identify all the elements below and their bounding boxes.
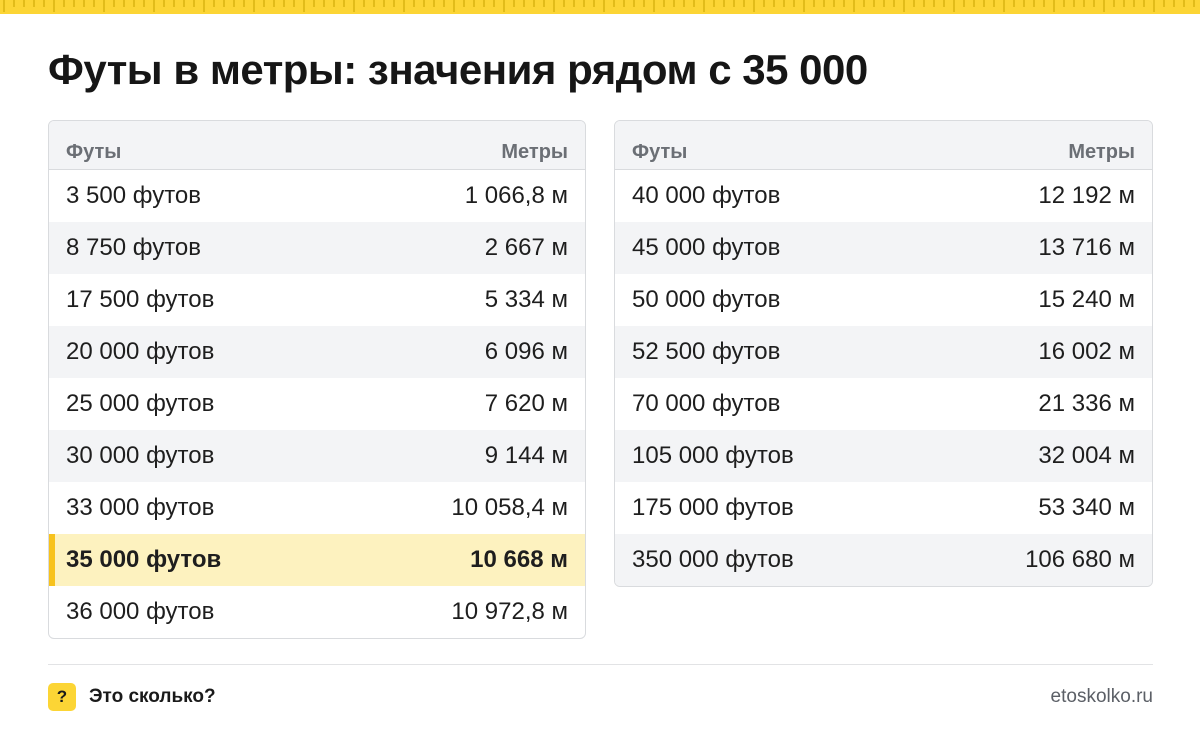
header-meters: Метры: [1068, 140, 1135, 163]
meters-cell: 2 667 м: [484, 234, 568, 261]
highlighted-table-row: 35 000 футов 10 668 м: [49, 534, 585, 586]
feet-cell: 36 000 футов: [66, 598, 215, 625]
meters-cell: 7 620 м: [484, 390, 568, 417]
feet-cell: 33 000 футов: [66, 494, 215, 521]
meters-cell: 10 058,4 м: [451, 494, 568, 521]
right-conversion-table: Футы Метры 40 000 футов 12 192 м 45 000 ф…: [614, 120, 1153, 587]
table-header: Футы Метры: [615, 121, 1152, 170]
table-row: 30 000 футов 9 144 м: [49, 430, 585, 482]
feet-cell: 70 000 футов: [632, 390, 781, 417]
meters-cell: 15 240 м: [1038, 286, 1135, 313]
table-row: 8 750 футов 2 667 м: [49, 222, 585, 274]
table-row: 50 000 футов 15 240 м: [615, 274, 1152, 326]
header-feet: Футы: [66, 140, 122, 163]
meters-cell: 53 340 м: [1038, 494, 1135, 521]
feet-cell: 8 750 футов: [66, 234, 202, 261]
meters-cell: 106 680 м: [1025, 546, 1135, 573]
meters-cell: 5 334 м: [484, 286, 568, 313]
meters-cell: 13 716 м: [1038, 234, 1135, 261]
header-feet: Футы: [632, 140, 688, 163]
ruler-strip: [0, 0, 1200, 14]
meters-cell: 21 336 м: [1038, 390, 1135, 417]
table-row: 350 000 футов 106 680 м: [615, 534, 1152, 586]
meters-cell: 10 972,8 м: [451, 598, 568, 625]
feet-cell: 175 000 футов: [632, 494, 794, 521]
feet-cell: 40 000 футов: [632, 182, 781, 209]
question-mark-icon: ?: [48, 683, 76, 711]
table-row: 17 500 футов 5 334 м: [49, 274, 585, 326]
meters-cell: 1 066,8 м: [464, 182, 568, 209]
meters-cell: 12 192 м: [1038, 182, 1135, 209]
meters-cell: 9 144 м: [484, 442, 568, 469]
meters-cell: 16 002 м: [1038, 338, 1135, 365]
table-row: 25 000 футов 7 620 м: [49, 378, 585, 430]
table-row: 105 000 футов 32 004 м: [615, 430, 1152, 482]
feet-cell: 3 500 футов: [66, 182, 202, 209]
left-conversion-table: Футы Метры 3 500 футов 1 066,8 м 8 750 фу…: [48, 120, 586, 639]
feet-cell: 17 500 футов: [66, 286, 215, 313]
table-row: 70 000 футов 21 336 м: [615, 378, 1152, 430]
ruler-ticks: [3, 0, 1195, 12]
feet-cell: 20 000 футов: [66, 338, 215, 365]
meters-cell: 32 004 м: [1038, 442, 1135, 469]
feet-cell: 25 000 футов: [66, 390, 215, 417]
feet-cell: 350 000 футов: [632, 546, 794, 573]
table-row: 3 500 футов 1 066,8 м: [49, 170, 585, 222]
meters-cell: 6 096 м: [484, 338, 568, 365]
feet-cell: 52 500 футов: [632, 338, 781, 365]
feet-cell: 45 000 футов: [632, 234, 781, 261]
feet-cell: 30 000 футов: [66, 442, 215, 469]
table-row: 33 000 футов 10 058,4 м: [49, 482, 585, 534]
page-title: Футы в метры: значения рядом с 35 000: [48, 46, 868, 93]
table-row: 45 000 футов 13 716 м: [615, 222, 1152, 274]
table-row: 36 000 футов 10 972,8 м: [49, 586, 585, 638]
table-row: 175 000 футов 53 340 м: [615, 482, 1152, 534]
feet-cell: 105 000 футов: [632, 442, 794, 469]
brand-name: Это сколько?: [89, 686, 216, 707]
feet-cell: 50 000 футов: [632, 286, 781, 313]
header-meters: Метры: [501, 140, 568, 163]
footer-divider: [48, 664, 1153, 665]
brand-logo[interactable]: ? Это сколько?: [48, 683, 216, 711]
table-row: 40 000 футов 12 192 м: [615, 170, 1152, 222]
feet-cell: 35 000 футов: [66, 546, 222, 573]
meters-cell: 10 668 м: [470, 546, 568, 573]
table-row: 52 500 футов 16 002 м: [615, 326, 1152, 378]
table-header: Футы Метры: [49, 121, 585, 170]
table-row: 20 000 футов 6 096 м: [49, 326, 585, 378]
site-link[interactable]: etoskolko.ru: [1051, 686, 1153, 708]
